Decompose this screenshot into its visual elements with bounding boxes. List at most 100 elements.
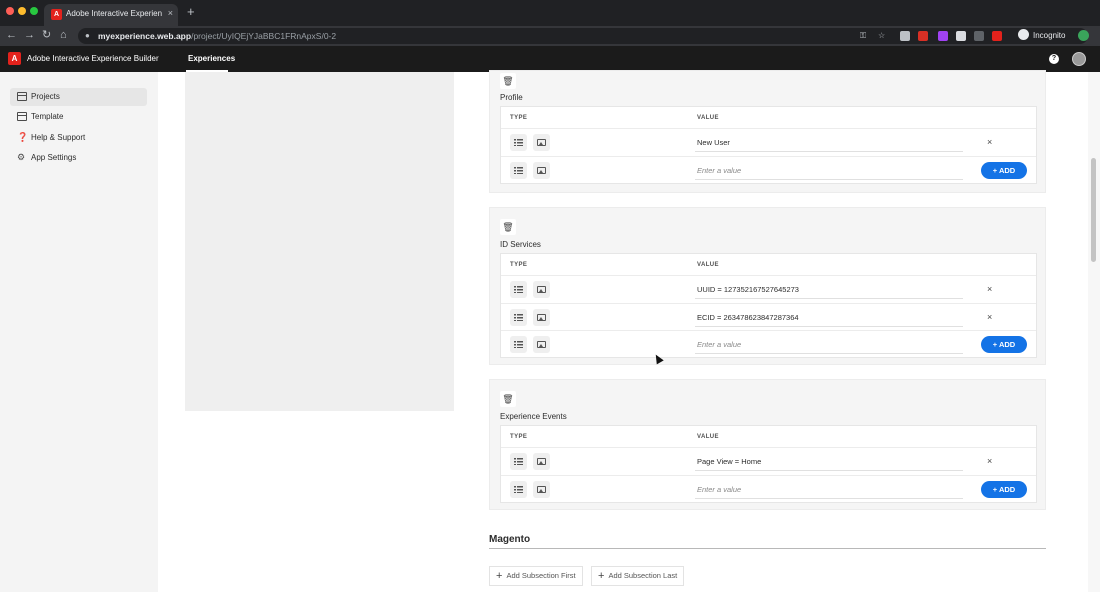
trash-icon[interactable]: 🗑 [500,219,516,235]
image-icon [537,341,546,349]
forward-arrow-icon[interactable]: → [24,29,35,42]
nav-experiences[interactable]: Experiences [188,54,235,63]
image-type-button[interactable] [533,453,550,470]
value-input[interactable]: Enter a value [695,335,963,354]
purple-extension-icon[interactable] [938,31,948,41]
list-type-button[interactable] [510,336,527,353]
camera-extension-icon[interactable] [900,31,910,41]
column-header-type: TYPE [510,115,528,121]
image-icon [537,286,546,294]
table-row-new: Enter a value + ADD [501,330,1036,358]
sidebar-item-projects[interactable]: Projects [10,88,147,106]
sidebar-item-template[interactable]: Template [10,108,147,126]
add-button[interactable]: + ADD [981,162,1027,179]
blank-extension-icon[interactable] [956,31,966,41]
image-icon [537,167,546,175]
new-tab-button[interactable]: + [187,5,195,18]
add-button[interactable]: + ADD [981,336,1027,353]
list-type-button[interactable] [510,134,527,151]
section-title: Profile [500,93,523,102]
help-icon: ❓ [17,132,29,142]
incognito-label: Incognito [1033,31,1066,40]
list-icon [514,139,523,147]
remove-row-icon[interactable]: × [987,284,992,294]
image-icon [537,139,546,147]
experience-preview [185,72,454,411]
button-label: Add Subsection Last [608,571,678,580]
address-bar[interactable]: ● myexperience.web.app/project/UyIQEjYJa… [78,28,1089,44]
value-field[interactable]: Page View = Home [695,452,963,471]
help-icon[interactable]: ? [1049,54,1059,64]
sidebar-item-app-settings[interactable]: ⚙ App Settings [10,149,147,167]
url-text: myexperience.web.app/project/UyIQEjYJaBB… [98,31,336,41]
back-arrow-icon[interactable]: ← [6,29,17,42]
sidebar-item-label: Template [31,112,64,121]
section-title: Experience Events [500,412,567,421]
trash-icon[interactable]: 🗑 [500,73,516,89]
shield-extension-icon[interactable] [918,31,928,41]
list-type-button[interactable] [510,453,527,470]
plus-icon: + [496,570,503,582]
magento-section-title: Magento [489,534,531,545]
window-minimize-button[interactable] [18,7,26,15]
table-row: UUID = 127352167527645273 × [501,275,1036,303]
column-header-type: TYPE [510,262,528,268]
sidebar-item-label: Help & Support [31,133,86,142]
remove-row-icon[interactable]: × [987,312,992,322]
scrollbar[interactable] [1088,72,1100,592]
grid-extension-icon[interactable] [974,31,984,41]
list-type-button[interactable] [510,481,527,498]
list-icon [514,458,523,466]
browser-tab[interactable]: A Adobe Interactive Experience B × [44,4,178,26]
app-name: Adobe Interactive Experience Builder [27,54,159,63]
browser-toolbar: ← → ↻ ⌂ ● myexperience.web.app/project/U… [0,26,1100,46]
window-close-button[interactable] [6,7,14,15]
image-type-button[interactable] [533,481,550,498]
browser-tab-bar: A Adobe Interactive Experience B × + [0,0,1100,26]
table-row-new: Enter a value + ADD [501,156,1036,184]
avatar[interactable] [1072,52,1086,66]
image-type-button[interactable] [533,309,550,326]
add-subsection-last-button[interactable]: + Add Subsection Last [591,566,685,586]
profile-extension-icon[interactable] [1078,30,1089,41]
scrollbar-thumb[interactable] [1091,158,1096,262]
trash-icon[interactable]: 🗑 [500,391,516,407]
section-id-services: 🗑 ID Services TYPE VALUE UUID = 12735216… [489,207,1046,365]
list-type-button[interactable] [510,162,527,179]
value-field[interactable]: New User [695,133,963,152]
sidebar-item-help-support[interactable]: ❓ Help & Support [10,129,147,147]
add-button[interactable]: + ADD [981,481,1027,498]
button-label: Add Subsection First [506,571,576,580]
adobe-extension-icon[interactable] [992,31,1002,41]
projects-icon [17,92,27,101]
image-type-button[interactable] [533,336,550,353]
value-field[interactable]: UUID = 127352167527645273 [695,280,963,299]
star-icon[interactable]: ☆ [878,31,885,40]
value-input[interactable]: Enter a value [695,161,963,180]
list-type-button[interactable] [510,281,527,298]
section-title: ID Services [500,240,541,249]
list-type-button[interactable] [510,309,527,326]
image-type-button[interactable] [533,134,550,151]
home-icon[interactable]: ⌂ [60,29,67,42]
value-field[interactable]: ECID = 263478623847287364 [695,308,963,327]
key-icon[interactable]: ⚿ [860,31,866,41]
url-host: myexperience.web.app [98,31,192,41]
reload-icon[interactable]: ↻ [42,29,51,42]
incognito-indicator[interactable]: Incognito [1018,29,1065,43]
image-icon [537,486,546,494]
gear-icon: ⚙ [17,152,26,162]
add-subsection-first-button[interactable]: + Add Subsection First [489,566,583,586]
tab-close-icon[interactable]: × [168,8,173,18]
divider [489,548,1046,549]
image-type-button[interactable] [533,281,550,298]
remove-row-icon[interactable]: × [987,137,992,147]
value-input[interactable]: Enter a value [695,480,963,499]
list-icon [514,167,523,175]
column-header-type: TYPE [510,434,528,440]
image-type-button[interactable] [533,162,550,179]
window-zoom-button[interactable] [30,7,38,15]
sidebar: Projects Template ❓ Help & Support ⚙ App… [0,72,158,592]
remove-row-icon[interactable]: × [987,456,992,466]
list-icon [514,486,523,494]
